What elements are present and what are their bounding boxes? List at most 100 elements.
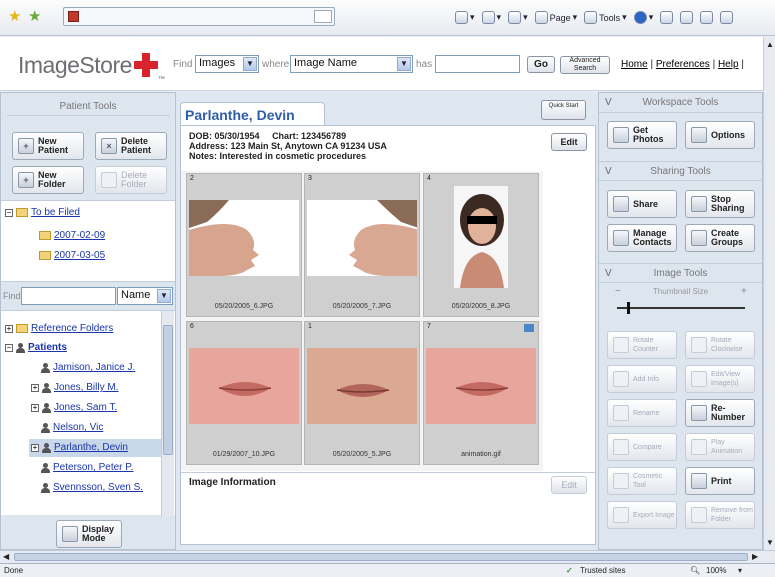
to-be-filed-link[interactable]: To be Filed	[31, 207, 80, 218]
image-tool-button[interactable]: Cosmetic Tool	[607, 467, 677, 495]
patient-item[interactable]: Peterson, Peter P.	[41, 462, 133, 473]
patients-link[interactable]: Patients	[28, 342, 67, 353]
page-menu[interactable]: Page ▾	[534, 11, 577, 24]
image-tool-button[interactable]: Export Image	[607, 501, 677, 529]
scroll-right-icon[interactable]: ▶	[752, 552, 758, 561]
go-button[interactable]: Go	[527, 56, 555, 73]
thumbnail[interactable]: 1 05/20/2005_5.JPG	[304, 321, 420, 465]
horizontal-scrollbar[interactable]: ◀ ▶	[0, 550, 775, 563]
new-tab-icon[interactable]	[314, 10, 332, 23]
patient-find-field-select[interactable]: Name ▼	[117, 287, 173, 305]
imagestore-logo[interactable]: ImageStore™	[18, 52, 165, 83]
zoom-menu-chevron-icon[interactable]: ▾	[738, 564, 742, 577]
slider-handle[interactable]	[627, 302, 631, 314]
patient-link[interactable]: Jamison, Janice J.	[53, 362, 135, 373]
home-icon[interactable]: ▾	[455, 11, 475, 24]
add-favorites-icon[interactable]: ★	[28, 9, 41, 24]
sharing-tools-header[interactable]: V Sharing Tools	[599, 161, 762, 181]
scroll-down-icon[interactable]: ▼	[766, 538, 774, 547]
zoom-icon[interactable]: 🔍︎	[690, 564, 700, 577]
to-be-filed-node[interactable]: − To be Filed	[5, 207, 80, 218]
page-scrollbar-track[interactable]: ▼	[763, 92, 775, 550]
image-tool-button[interactable]: Print	[685, 467, 755, 495]
expand-icon[interactable]: +	[31, 403, 39, 412]
folder-item[interactable]: 2007-03-05	[39, 250, 105, 261]
scroll-up-icon[interactable]: ▲	[766, 40, 774, 49]
image-tool-button[interactable]: Rotate Clockwise	[685, 331, 755, 359]
image-tool-button[interactable]: Play Animation	[685, 433, 755, 461]
preferences-link[interactable]: Preferences	[656, 59, 710, 70]
patients-node[interactable]: − Patients	[5, 342, 67, 353]
tree-scrollbar[interactable]	[161, 311, 174, 516]
scrollbar-thumb[interactable]	[163, 325, 173, 455]
research-icon[interactable]	[660, 11, 674, 24]
image-tools-header[interactable]: V Image Tools	[599, 263, 762, 283]
folder-link[interactable]: 2007-02-09	[54, 230, 105, 241]
image-tool-button[interactable]: Edit/View Image(s)	[685, 365, 755, 393]
favorites-star-icon[interactable]: ★	[8, 9, 21, 24]
patient-link[interactable]: Peterson, Peter P.	[53, 462, 133, 473]
patient-search-input[interactable]	[21, 287, 116, 305]
quick-start-button[interactable]: Quick Start	[541, 100, 586, 120]
find-type-select[interactable]: Images ▼	[195, 55, 259, 73]
workspace-tools-header[interactable]: V Workspace Tools	[599, 93, 762, 113]
edit-image-info-button[interactable]: Edit	[551, 476, 587, 494]
patient-item[interactable]: + Jones, Sam T.	[31, 402, 117, 413]
thumbnail[interactable]: 2 05/20/2005_6.JPG	[186, 173, 302, 317]
image-tool-button[interactable]: Remove from Folder	[685, 501, 755, 529]
thumbnail[interactable]: 3 05/20/2005_7.JPG	[304, 173, 420, 317]
collapse-chevron-icon[interactable]: V	[605, 162, 612, 182]
patient-item[interactable]: Jamison, Janice J.	[41, 362, 135, 373]
patient-tab[interactable]: Parlanthe, Devin	[180, 102, 325, 126]
patient-link[interactable]: Jones, Sam T.	[54, 402, 117, 413]
image-tool-button[interactable]: Rename	[607, 399, 677, 427]
patient-item[interactable]: Nelson, Vic	[41, 422, 103, 433]
help-link[interactable]: Help	[718, 59, 739, 70]
thumbnail[interactable]: 6 01/29/2007_10.JPG	[186, 321, 302, 465]
reference-folders-link[interactable]: Reference Folders	[31, 323, 113, 334]
horizontal-scrollbar-thumb[interactable]	[14, 553, 748, 561]
image-tool-button[interactable]: Rotate Counter	[607, 331, 677, 359]
tools-menu[interactable]: Tools ▾	[584, 11, 627, 24]
advanced-search-button[interactable]: Advanced Search	[560, 56, 610, 74]
new-folder-button[interactable]: + New Folder	[12, 166, 84, 194]
folder-item[interactable]: 2007-02-09	[39, 230, 105, 241]
create-groups-button[interactable]: Create Groups	[685, 224, 755, 252]
reference-folders-node[interactable]: + Reference Folders	[5, 323, 113, 334]
feeds-icon[interactable]: ▾	[481, 11, 501, 24]
extension-icon[interactable]	[720, 11, 734, 24]
image-tool-button[interactable]: Compare	[607, 433, 677, 461]
patient-item[interactable]: Svennsson, Sven S.	[41, 482, 143, 493]
get-photos-button[interactable]: Get Photos	[607, 121, 677, 149]
manage-contacts-button[interactable]: Manage Contacts	[607, 224, 677, 252]
stop-sharing-button[interactable]: Stop Sharing	[685, 190, 755, 218]
edit-patient-button[interactable]: Edit	[551, 133, 587, 151]
share-button[interactable]: Share	[607, 190, 677, 218]
print-icon[interactable]: ▾	[508, 11, 528, 24]
search-input[interactable]	[435, 55, 520, 73]
display-mode-button[interactable]: Display Mode	[56, 520, 122, 548]
collapse-icon[interactable]: −	[5, 343, 13, 352]
patient-link[interactable]: Parlanthe, Devin	[54, 442, 128, 453]
page-scrollbar[interactable]: ▲	[763, 37, 775, 91]
help-icon[interactable]: ▾	[633, 11, 653, 24]
patient-item-selected[interactable]: + Parlanthe, Devin	[31, 442, 128, 453]
collapse-chevron-icon[interactable]: V	[605, 264, 612, 284]
options-button[interactable]: Options	[685, 121, 755, 149]
thumbnail[interactable]: 7 animation.gif	[423, 321, 539, 465]
patient-link[interactable]: Jones, Billy M.	[54, 382, 118, 393]
home-link[interactable]: Home	[621, 59, 648, 70]
messenger-icon[interactable]	[680, 11, 694, 24]
scroll-left-icon[interactable]: ◀	[3, 552, 9, 561]
new-patient-button[interactable]: + New Patient	[12, 132, 84, 160]
thumbnail-size-slider[interactable]	[617, 302, 745, 314]
folder-link[interactable]: 2007-03-05	[54, 250, 105, 261]
expand-icon[interactable]: +	[31, 443, 39, 452]
patient-link[interactable]: Nelson, Vic	[53, 422, 103, 433]
browser-tab[interactable]	[63, 7, 335, 26]
expand-icon[interactable]: +	[5, 324, 13, 333]
collapse-icon[interactable]: −	[5, 208, 13, 217]
bookmark-icon[interactable]	[700, 11, 714, 24]
image-tool-button[interactable]: Re-Number	[685, 399, 755, 427]
delete-patient-button[interactable]: × Delete Patient	[95, 132, 167, 160]
